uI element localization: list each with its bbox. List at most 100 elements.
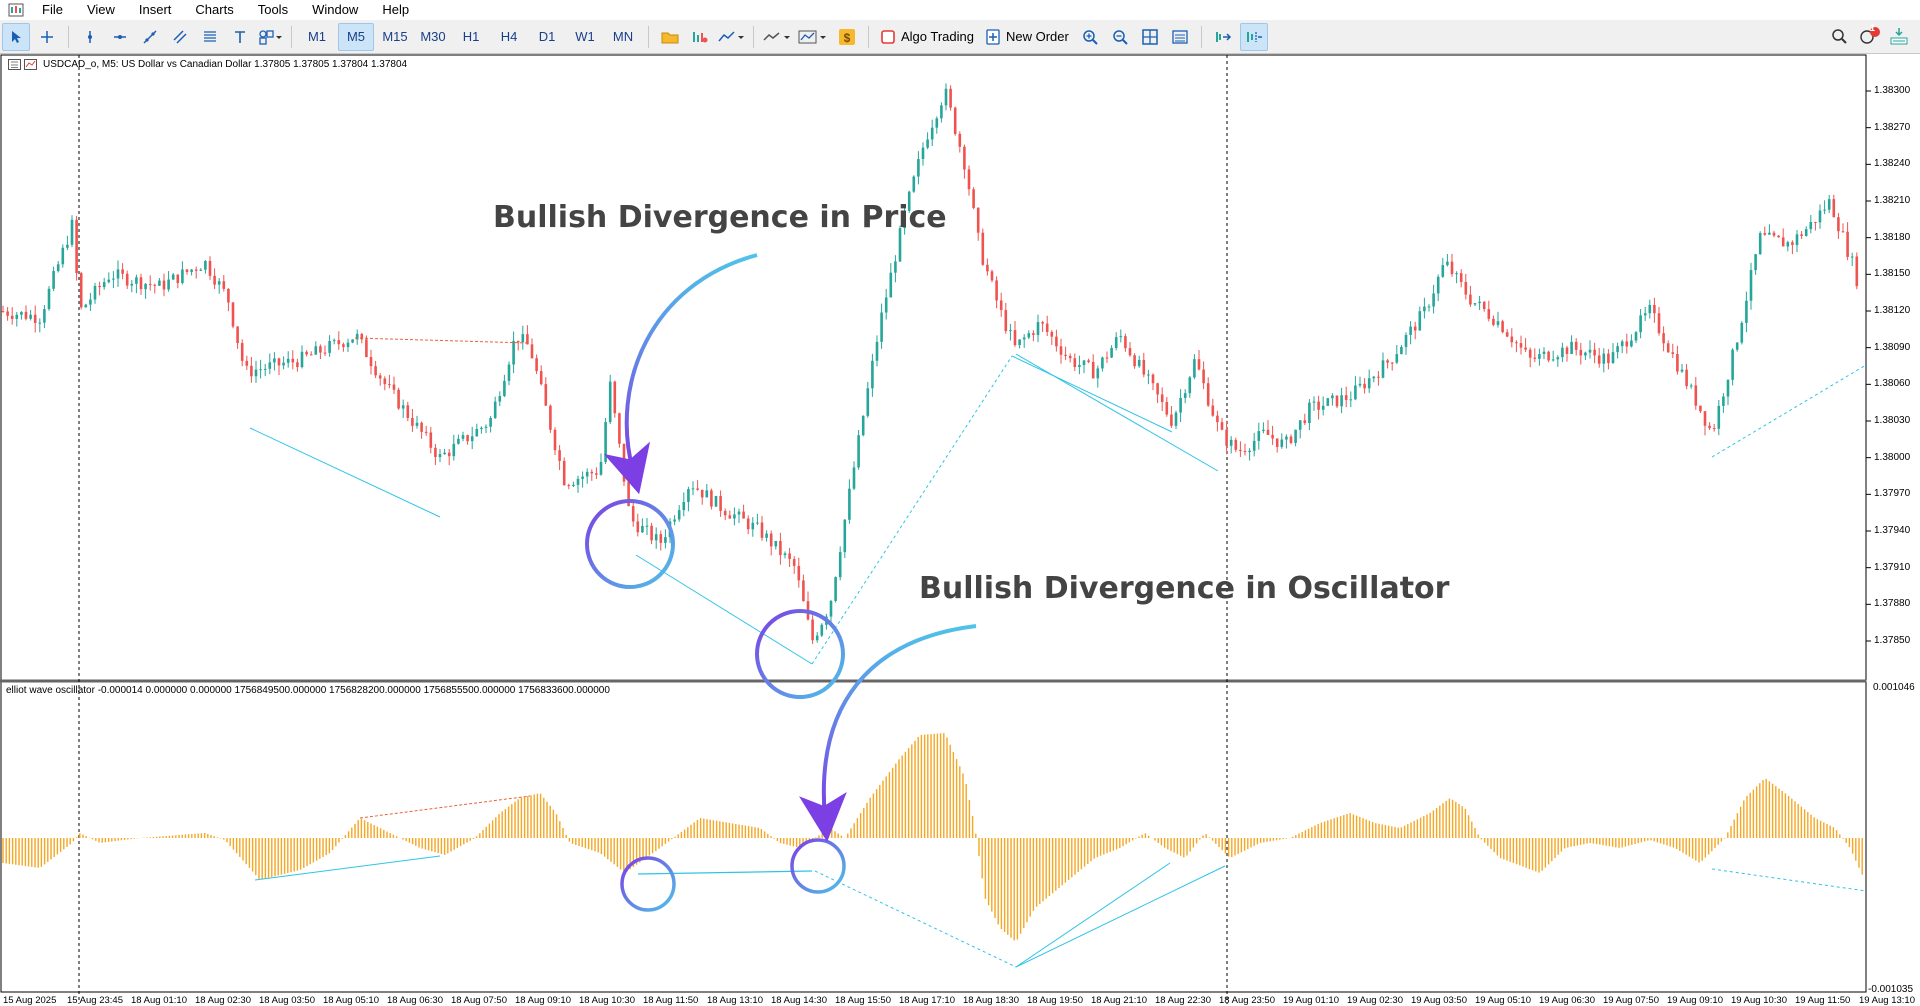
menu-help[interactable]: Help (370, 0, 421, 20)
candle-body (1188, 377, 1192, 394)
candle-body (769, 533, 773, 547)
candle-body (1731, 349, 1734, 380)
menu-insert[interactable]: Insert (127, 0, 184, 20)
candle-body (337, 340, 341, 345)
menu-tools[interactable]: Tools (246, 0, 300, 20)
timeframe-d1[interactable]: D1 (530, 24, 564, 50)
timeframe-mn[interactable]: MN (606, 24, 640, 50)
fibonacci-button[interactable] (197, 24, 223, 50)
candle-body (521, 334, 525, 343)
chart-shift-button[interactable] (1239, 22, 1268, 51)
timeframe-m1[interactable]: M1 (300, 24, 334, 50)
candle-body (751, 522, 755, 530)
candle-body (1469, 294, 1472, 305)
candle-body (1248, 450, 1251, 453)
candle-body (208, 260, 212, 276)
candle-body (746, 518, 750, 530)
dollar-icon: $ (839, 28, 855, 45)
candle-body (1239, 449, 1242, 452)
signals-button[interactable] (1886, 23, 1912, 49)
shapes-button[interactable] (257, 24, 283, 50)
candle-body (576, 478, 580, 485)
candle-body (940, 105, 943, 119)
candle-body (1372, 376, 1376, 379)
candle-body (452, 443, 456, 457)
zoom-out-button[interactable] (1107, 24, 1133, 50)
candle-body (153, 284, 157, 286)
candle-body (884, 297, 888, 313)
candle-body (1303, 420, 1307, 424)
time-axis-label: 19 Aug 06:30 (1539, 995, 1595, 1006)
menu-charts[interactable]: Charts (183, 0, 245, 20)
candle-body (15, 314, 19, 319)
candle-body (700, 489, 704, 498)
candle-body (802, 580, 805, 602)
candle-body (1128, 348, 1132, 356)
search-button[interactable] (1826, 23, 1852, 49)
timeframe-m5[interactable]: M5 (338, 22, 374, 51)
menu-view[interactable]: View (75, 0, 127, 20)
candle-body (1611, 352, 1615, 364)
horizontal-line-button[interactable] (107, 24, 133, 50)
notifications-button[interactable]: 1 (1856, 23, 1882, 49)
vertical-line-button[interactable] (77, 24, 103, 50)
timeframe-m30[interactable]: M30 (416, 24, 450, 50)
osc-max-label: 0.001046 (1873, 682, 1915, 693)
timeframe-h4[interactable]: H4 (492, 24, 526, 50)
candle-body (61, 247, 65, 265)
market-button[interactable]: $ (834, 24, 860, 50)
zoom-in-button[interactable] (1077, 24, 1103, 50)
candle-body (319, 346, 322, 353)
candle-body (1045, 323, 1049, 332)
timeframe-m15[interactable]: M15 (378, 24, 412, 50)
candle-body (1818, 210, 1822, 223)
candle-body (1699, 405, 1702, 412)
candle-body (374, 366, 377, 376)
indicators-button[interactable] (687, 24, 713, 50)
candle-body (1409, 326, 1412, 335)
candle-body (1671, 352, 1675, 354)
chart-canvas[interactable] (0, 54, 1920, 1005)
candle-body (1565, 347, 1569, 354)
profiles-button[interactable] (657, 24, 683, 50)
chart-type-button[interactable] (717, 24, 745, 50)
candle-body (981, 232, 985, 265)
time-axis-label: 18 Aug 22:30 (1155, 995, 1211, 1006)
candle-body (972, 189, 975, 208)
line-style-button[interactable] (762, 24, 794, 50)
candle-body (1262, 429, 1265, 432)
candle-body (112, 278, 115, 280)
candle-body (613, 381, 617, 414)
templates-button[interactable] (798, 24, 830, 50)
autoscroll-button[interactable] (1210, 24, 1236, 50)
channel-button[interactable] (167, 24, 193, 50)
candle-body (1597, 355, 1601, 364)
candle-body (309, 354, 313, 356)
timeframe-h1[interactable]: H1 (454, 24, 488, 50)
tile-windows-button[interactable] (1137, 24, 1163, 50)
candle-body (1519, 343, 1523, 348)
candle-body (999, 300, 1003, 311)
chart-properties-button[interactable] (1167, 24, 1193, 50)
candle-body (1800, 234, 1803, 236)
text-icon (235, 30, 245, 43)
timeframe-w1[interactable]: W1 (568, 24, 602, 50)
algo-trading-button[interactable]: Algo Trading (875, 24, 980, 50)
candle-body (1147, 374, 1150, 376)
menu-window[interactable]: Window (300, 0, 370, 20)
candle-body (415, 422, 419, 426)
text-tool-button[interactable] (227, 24, 253, 50)
menu-file[interactable]: File (30, 0, 75, 20)
candle-body (815, 635, 819, 641)
cursor-tool-button[interactable] (2, 22, 30, 51)
new-order-button[interactable]: New Order (980, 24, 1075, 50)
candle-body (33, 314, 37, 323)
candle-body (1584, 352, 1587, 356)
candle-body (1308, 402, 1311, 424)
candle-body (98, 285, 101, 288)
crosshair-tool-button[interactable] (34, 24, 60, 50)
chart-window[interactable]: USDCAD_o, M5: US Dollar vs Canadian Doll… (0, 54, 1920, 1005)
candle-body (618, 413, 621, 444)
candle-body (1620, 341, 1624, 347)
trendline-button[interactable] (137, 24, 163, 50)
